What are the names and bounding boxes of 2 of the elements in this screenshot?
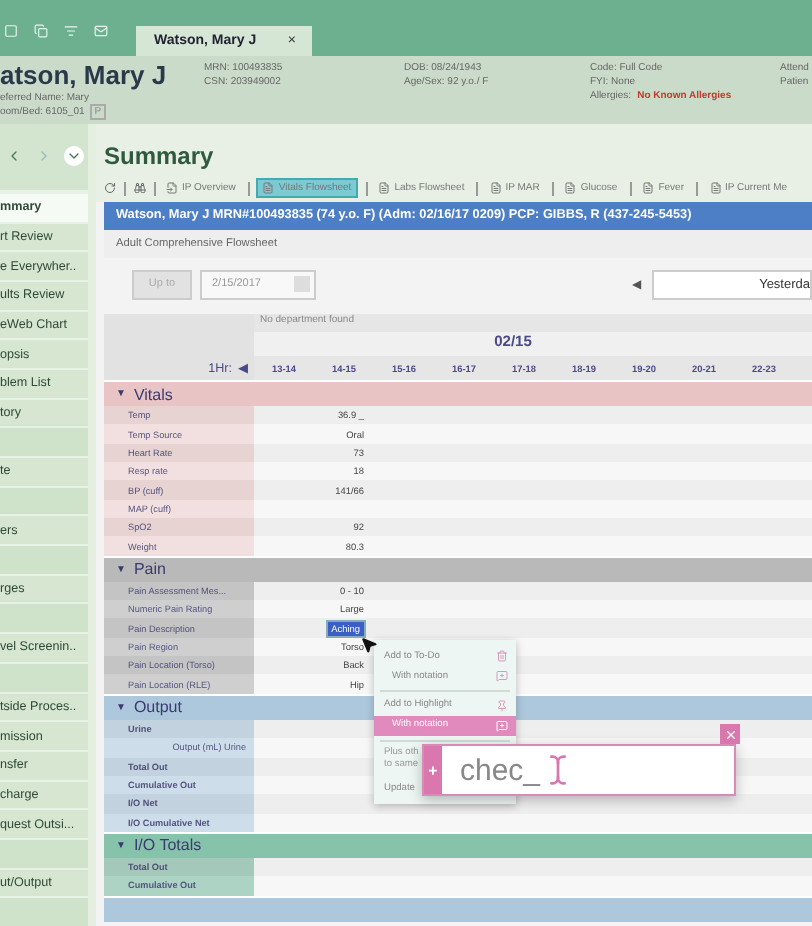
page-title: Summary — [104, 140, 216, 172]
patient-name: atson, Mary J — [0, 62, 169, 90]
